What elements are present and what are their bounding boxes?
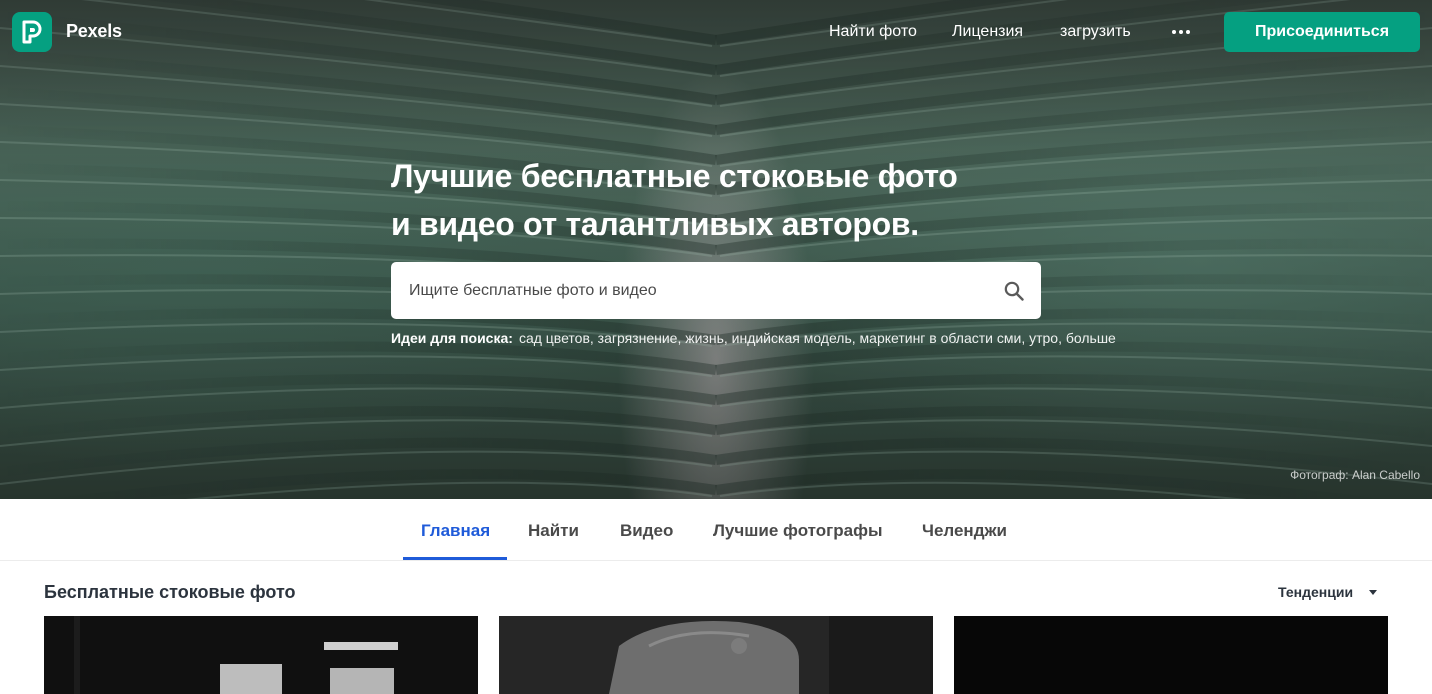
photo-card[interactable]	[44, 616, 478, 694]
hero-background-image	[0, 0, 1432, 499]
photo-card[interactable]	[954, 616, 1388, 694]
search-ideas-list[interactable]: сад цветов, загрязнение, жизнь, индийска…	[519, 330, 1116, 346]
hero-headline-line-2: и видео от талантливых авторов.	[391, 206, 919, 242]
search-icon[interactable]	[1002, 279, 1026, 303]
photo-image	[499, 616, 933, 694]
tab-leaderboard[interactable]: Лучшие фотографы	[713, 521, 882, 541]
tab-discover[interactable]: Найти	[528, 521, 579, 541]
tab-challenges[interactable]: Челенджи	[922, 521, 1007, 541]
nav-license-link[interactable]: Лицензия	[952, 23, 1023, 41]
sort-label: Тенденции	[1278, 584, 1354, 600]
nav-upload-link[interactable]: загрузить	[1060, 23, 1131, 41]
ellipsis-icon[interactable]	[1168, 20, 1194, 44]
nav-find-photos-link[interactable]: Найти фото	[829, 23, 917, 41]
search-box	[391, 262, 1041, 319]
hero-headline-line-1: Лучшие бесплатные стоковые фото	[391, 158, 958, 194]
tab-home[interactable]: Главная	[421, 521, 490, 541]
search-ideas: Идеи для поиска: сад цветов, загрязнение,…	[391, 330, 1116, 346]
section-title: Бесплатные стоковые фото	[44, 582, 296, 602]
sort-dropdown[interactable]: Тенденции	[1278, 584, 1378, 600]
brand-name[interactable]: Pexels	[66, 21, 122, 42]
pexels-logo-icon[interactable]	[12, 12, 52, 52]
active-tab-indicator	[403, 557, 507, 560]
main-tabs: Главная Найти Видео Лучшие фотографы Чел…	[0, 499, 1432, 561]
join-button[interactable]: Присоединиться	[1224, 12, 1420, 52]
hero-headline: Лучшие бесплатные стоковые фото и видео …	[391, 152, 1091, 248]
search-input[interactable]	[391, 262, 981, 319]
photo-card[interactable]	[499, 616, 933, 694]
caret-down-icon	[1369, 589, 1378, 595]
search-ideas-label: Идеи для поиска:	[391, 330, 513, 346]
photo-credit[interactable]: Фотограф: Alan Cabello	[1290, 468, 1420, 482]
hero-banner	[0, 0, 1432, 499]
tab-videos[interactable]: Видео	[620, 521, 673, 541]
photo-image	[44, 616, 478, 694]
top-nav: Pexels Найти фото Лицензия загрузить При…	[0, 0, 1432, 64]
